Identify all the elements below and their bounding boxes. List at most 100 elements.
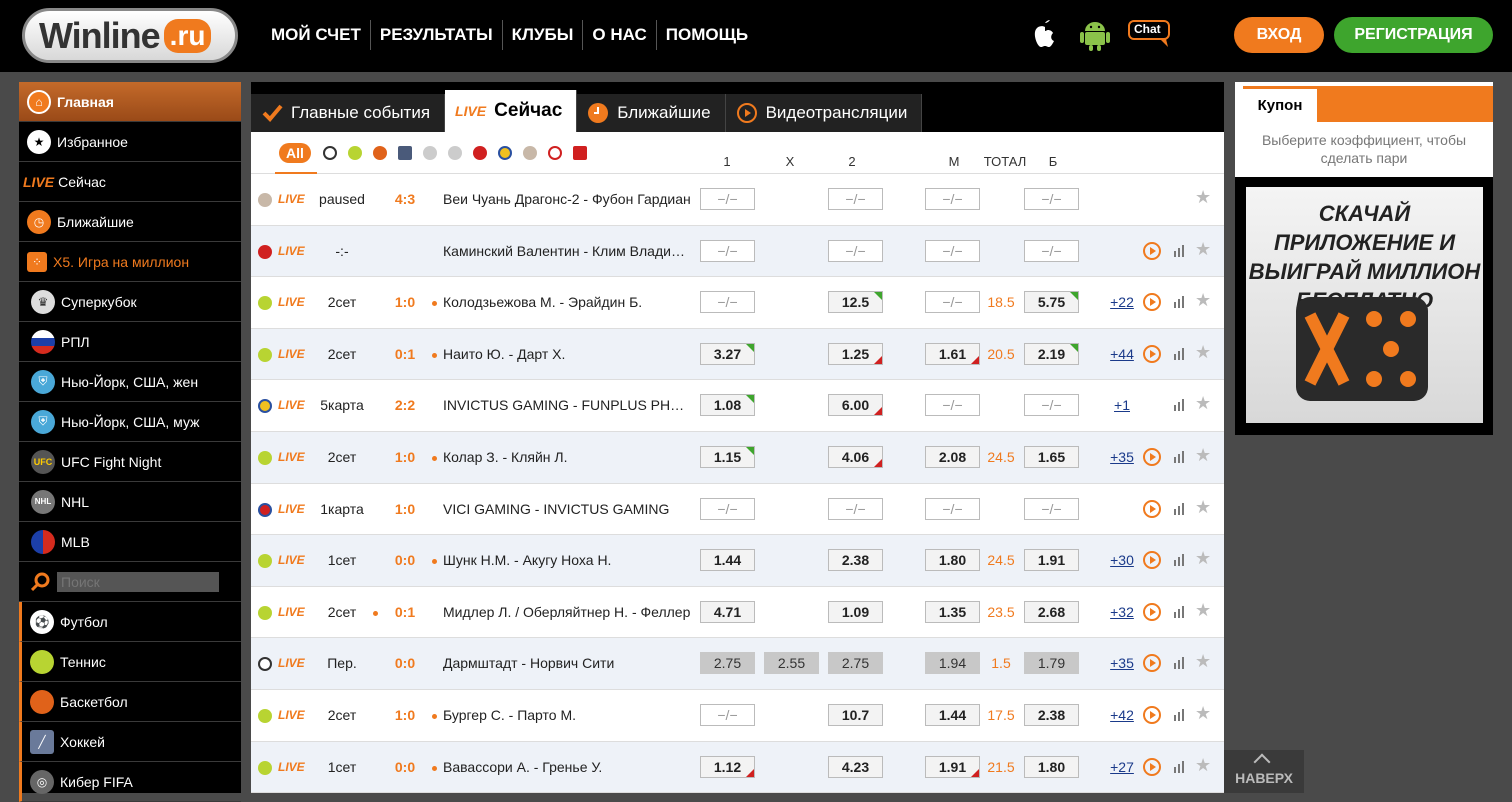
sidebar-item-nhl[interactable]: NHL NHL bbox=[19, 482, 241, 522]
odds-1[interactable]: 4.71 bbox=[700, 600, 755, 623]
more-markets-link[interactable]: +35 bbox=[1107, 449, 1137, 465]
odds-2[interactable]: 10.7 bbox=[828, 703, 883, 726]
event-row[interactable]: LIVE 1сет 0:0 Шунк Н.М. - Акугу Ноха Н. 1.44… bbox=[251, 535, 1224, 587]
coupon-title[interactable]: Купон bbox=[1243, 86, 1317, 122]
odds-2[interactable]: 4.23 bbox=[828, 755, 883, 778]
odds-2[interactable]: −/− bbox=[828, 188, 883, 210]
stats-icon[interactable] bbox=[1173, 502, 1185, 515]
odds-1[interactable]: −/− bbox=[700, 239, 755, 262]
event-name[interactable]: Мидлер Л. / Оберляйтнер Н. - Феллер bbox=[443, 604, 693, 620]
event-row[interactable]: LIVE Пер. 0:0 Дармштадт - Норвич Сити 2.75 2.… bbox=[251, 638, 1224, 690]
sidebar-item-home[interactable]: ⌂ Главная bbox=[19, 82, 241, 122]
event-row[interactable]: LIVE 2сет 0:1 Наито Ю. - Дарт Х. 3.27 1.25 1.6… bbox=[251, 328, 1224, 381]
video-icon[interactable] bbox=[1143, 293, 1161, 312]
football-icon[interactable] bbox=[323, 146, 337, 160]
stats-icon[interactable] bbox=[1173, 605, 1185, 618]
odds-2[interactable]: 1.25 bbox=[828, 342, 883, 365]
sidebar-item-favorites[interactable]: ★ Избранное bbox=[19, 122, 241, 162]
favorite-star-icon[interactable]: ★ bbox=[1195, 548, 1211, 569]
event-name[interactable]: Дармштадт - Норвич Сити bbox=[443, 655, 693, 671]
more-markets-link[interactable]: +42 bbox=[1107, 707, 1137, 723]
event-row[interactable]: LIVE 1сет 0:0 Вавассори А. - Гренье У. 1.12 4… bbox=[251, 741, 1224, 794]
table-tennis-icon[interactable] bbox=[473, 146, 487, 160]
odds-under[interactable]: 2.08 bbox=[925, 445, 980, 468]
odds-under[interactable]: −/− bbox=[925, 291, 980, 314]
sidebar-item-ufc[interactable]: UFC UFC Fight Night bbox=[19, 442, 241, 482]
event-name[interactable]: Наито Ю. - Дарт Х. bbox=[443, 346, 693, 362]
favorite-star-icon[interactable]: ★ bbox=[1195, 342, 1211, 363]
video-icon[interactable] bbox=[1143, 705, 1161, 724]
odds-under[interactable]: 1.94 bbox=[925, 652, 980, 675]
favorite-star-icon[interactable]: ★ bbox=[1195, 651, 1211, 672]
odds-over[interactable]: 5.75 bbox=[1024, 291, 1079, 314]
sidebar-item-mlb[interactable]: MLB bbox=[19, 522, 241, 562]
stats-icon[interactable] bbox=[1173, 760, 1185, 773]
sidebar-item-ny-women[interactable]: ⛨ Нью-Йорк, США, жен bbox=[19, 362, 241, 402]
odds-over[interactable]: 1.80 bbox=[1024, 755, 1079, 778]
video-icon[interactable] bbox=[1143, 757, 1161, 776]
event-row[interactable]: LIVE -:- Каминский Валентин - Клим Владими… bbox=[251, 225, 1224, 278]
stats-icon[interactable] bbox=[1173, 244, 1185, 257]
video-icon[interactable] bbox=[1143, 654, 1161, 673]
odds-over[interactable]: −/− bbox=[1024, 497, 1079, 520]
sidebar-item-live[interactable]: LIVE Сейчас bbox=[19, 162, 241, 202]
more-markets-link[interactable]: +30 bbox=[1107, 552, 1137, 568]
sidebar-sport-hockey[interactable]: ╱ Хоккей bbox=[19, 722, 241, 762]
stats-icon[interactable] bbox=[1173, 708, 1185, 721]
filter-all[interactable]: All bbox=[275, 139, 317, 175]
event-name[interactable]: Колар З. - Кляйн Л. bbox=[443, 449, 693, 465]
stats-icon[interactable] bbox=[1173, 399, 1185, 412]
odds-1[interactable]: 2.75 bbox=[700, 652, 755, 675]
odds-2[interactable]: 4.06 bbox=[828, 445, 883, 468]
scroll-top-button[interactable]: НАВЕРХ bbox=[1224, 750, 1304, 793]
odds-2[interactable]: 1.09 bbox=[828, 600, 883, 623]
odds-2[interactable]: 2.38 bbox=[828, 549, 883, 572]
odds-1[interactable]: 1.15 bbox=[700, 445, 755, 468]
odds-over[interactable]: 1.79 bbox=[1024, 652, 1079, 675]
nav-results[interactable]: РЕЗУЛЬТАТЫ bbox=[369, 20, 502, 50]
favorite-star-icon[interactable]: ★ bbox=[1195, 187, 1211, 208]
odds-2[interactable]: 12.5 bbox=[828, 291, 883, 314]
more-markets-link[interactable]: +35 bbox=[1107, 655, 1137, 671]
more-markets-link[interactable]: +22 bbox=[1107, 294, 1137, 310]
login-button[interactable]: ВХОД bbox=[1234, 17, 1324, 53]
tennis-icon[interactable] bbox=[348, 146, 362, 160]
event-name[interactable]: VICI GAMING - INVICTUS GAMING bbox=[443, 501, 693, 517]
favorite-star-icon[interactable]: ★ bbox=[1195, 239, 1211, 260]
odds-1[interactable]: −/− bbox=[700, 188, 755, 210]
logo[interactable]: Winline .ru bbox=[22, 8, 238, 63]
event-row[interactable]: LIVE 2сет 1:0 Бургер С. - Парто М. −/− 10.7 1.… bbox=[251, 689, 1224, 742]
video-icon[interactable] bbox=[1143, 447, 1161, 466]
search-input[interactable] bbox=[57, 571, 219, 592]
cybersport-icon[interactable] bbox=[448, 146, 462, 160]
event-name[interactable]: INVICTUS GAMING - FUNPLUS PHOENIX bbox=[443, 397, 693, 413]
baseball-icon[interactable] bbox=[548, 146, 562, 160]
more-markets-link[interactable]: +27 bbox=[1107, 759, 1137, 775]
event-row[interactable]: LIVE 2сет 1:0 Колар З. - Кляйн Л. 1.15 4.06 2.… bbox=[251, 431, 1224, 484]
odds-1[interactable]: −/− bbox=[700, 497, 755, 520]
sidebar-sport-cyber-fifa[interactable]: ◎ Кибер FIFA bbox=[19, 762, 241, 802]
event-name[interactable]: Вавассори А. - Гренье У. bbox=[443, 759, 693, 775]
odds-under[interactable]: −/− bbox=[925, 188, 980, 210]
odds-under[interactable]: −/− bbox=[925, 497, 980, 520]
favorite-star-icon[interactable]: ★ bbox=[1195, 703, 1211, 724]
favorite-star-icon[interactable]: ★ bbox=[1195, 755, 1211, 776]
event-name[interactable]: Веи Чуань Драгонс-2 - Фубон Гардиан bbox=[443, 191, 693, 207]
odds-under[interactable]: 1.61 bbox=[925, 342, 980, 365]
stats-icon[interactable] bbox=[1173, 450, 1185, 463]
more-markets-link[interactable]: +1 bbox=[1107, 397, 1137, 413]
more-markets-link[interactable]: +32 bbox=[1107, 604, 1137, 620]
odds-1[interactable]: 3.27 bbox=[700, 342, 755, 365]
odds-over[interactable]: 2.38 bbox=[1024, 703, 1079, 726]
odds-2[interactable]: −/− bbox=[828, 497, 883, 520]
odds-x[interactable]: 2.55 bbox=[764, 652, 819, 675]
video-icon[interactable] bbox=[1143, 499, 1161, 518]
apple-icon[interactable] bbox=[1030, 18, 1060, 52]
nav-my-account[interactable]: МОЙ СЧЕТ bbox=[262, 20, 370, 50]
odds-under[interactable]: −/− bbox=[925, 394, 980, 417]
odds-under[interactable]: 1.44 bbox=[925, 703, 980, 726]
dota-icon[interactable] bbox=[573, 146, 587, 160]
video-icon[interactable] bbox=[1143, 344, 1161, 363]
odds-2[interactable]: 6.00 bbox=[828, 394, 883, 417]
video-icon[interactable] bbox=[1143, 602, 1161, 621]
